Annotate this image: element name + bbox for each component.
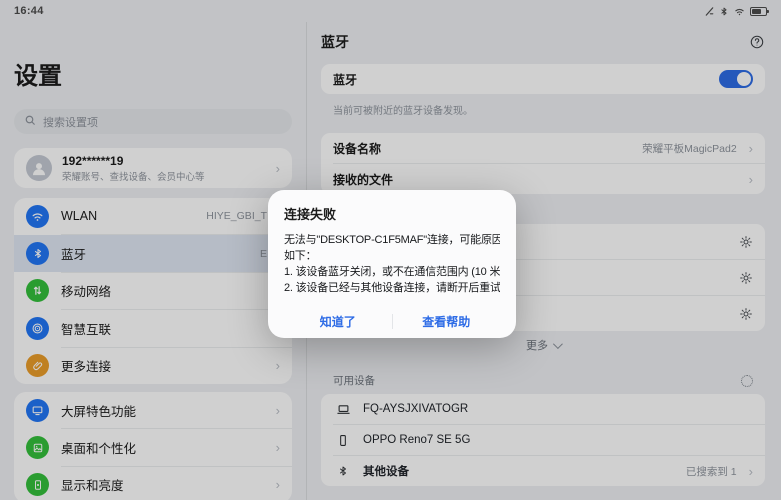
dialog-text: 1. 该设备蓝牙关闭，或不在通信范围内 (10 米)； bbox=[284, 264, 500, 280]
dialog-text: 如下： bbox=[284, 248, 500, 264]
dialog-buttons: 知道了 查看帮助 bbox=[284, 304, 500, 338]
settings-screen: 16:44 设置 搜索设置项 192******19 荣耀账号、查找设备、会员中… bbox=[0, 0, 781, 500]
ok-button[interactable]: 知道了 bbox=[284, 304, 392, 338]
view-help-button[interactable]: 查看帮助 bbox=[393, 304, 501, 338]
connection-failed-dialog: 连接失败 无法与"DESKTOP-C1F5MAF"连接，可能原因 如下： 1. … bbox=[268, 190, 516, 338]
dialog-text: 2. 该设备已经与其他设备连接，请断开后重试。 bbox=[284, 280, 500, 296]
dialog-text: 无法与"DESKTOP-C1F5MAF"连接，可能原因 bbox=[284, 232, 500, 248]
dialog-body: 无法与"DESKTOP-C1F5MAF"连接，可能原因 如下： 1. 该设备蓝牙… bbox=[284, 232, 500, 296]
dialog-title: 连接失败 bbox=[284, 204, 500, 223]
